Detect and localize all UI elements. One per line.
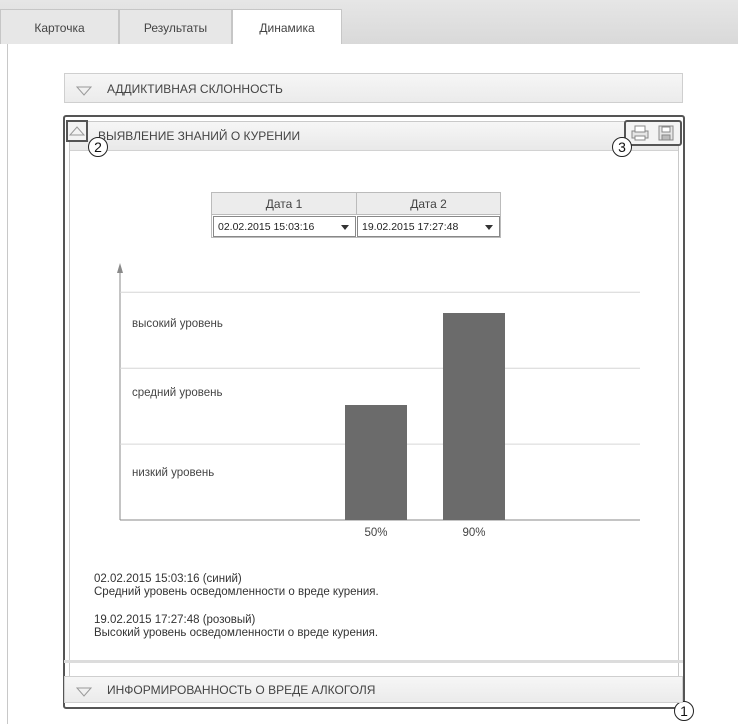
chart-svg: 50% 90% bbox=[117, 263, 640, 539]
callout-2: 2 bbox=[88, 137, 108, 157]
divider bbox=[64, 660, 683, 663]
result-2: 19.02.2015 17:27:48 (розовый) Высокий ур… bbox=[94, 614, 378, 640]
section-alcohol-title: ИНФОРМИРОВАННОСТЬ О ВРЕДЕ АЛКОГОЛЯ bbox=[107, 683, 376, 697]
chevron-down-icon bbox=[76, 86, 92, 96]
tab-dynamics-label: Динамика bbox=[259, 21, 315, 35]
result-1-desc: Средний уровень осведомленности о вреде … bbox=[94, 586, 379, 598]
smoking-panel-header[interactable]: ВЫЯВЛЕНИЕ ЗНАНИЙ О КУРЕНИИ bbox=[70, 122, 678, 151]
dropdown-arrow-icon bbox=[485, 225, 493, 230]
date2-header: Дата 2 bbox=[357, 193, 500, 215]
tab-bar: Карточка Результаты Динамика bbox=[0, 0, 738, 45]
smoking-panel-title: ВЫЯВЛЕНИЕ ЗНАНИЙ О КУРЕНИИ bbox=[98, 129, 301, 143]
result-2-desc: Высокий уровень осведомленности о вреде … bbox=[94, 627, 379, 639]
callout-3: 3 bbox=[612, 137, 632, 157]
dropdown-arrow-icon bbox=[341, 225, 349, 230]
chevron-down-icon bbox=[76, 687, 92, 697]
tab-card-label: Карточка bbox=[34, 21, 85, 35]
callout-1: 1 bbox=[674, 701, 694, 721]
result-2-date: 19.02.2015 17:27:48 (розовый) bbox=[94, 614, 256, 626]
level-high: высокий уровень bbox=[132, 318, 223, 330]
result-1: 02.02.2015 15:03:16 (синий) Средний уров… bbox=[94, 573, 379, 599]
print-icon[interactable] bbox=[631, 125, 649, 141]
tab-results[interactable]: Результаты bbox=[119, 9, 232, 44]
level-medium: средний уровень bbox=[132, 387, 223, 399]
date1-value: 02.02.2015 15:03:16 bbox=[218, 221, 315, 233]
tab-dynamics[interactable]: Динамика bbox=[232, 9, 342, 45]
section-alcohol[interactable]: ИНФОРМИРОВАННОСТЬ О ВРЕДЕ АЛКОГОЛЯ bbox=[64, 676, 683, 703]
chevron-up-icon bbox=[68, 126, 86, 136]
bar-0 bbox=[345, 405, 407, 520]
save-icon[interactable] bbox=[657, 125, 675, 141]
date2-select[interactable]: 19.02.2015 17:27:48 bbox=[357, 216, 500, 237]
tab-results-label: Результаты bbox=[143, 21, 208, 35]
bar-label-0: 50% bbox=[364, 527, 387, 539]
level-low: низкий уровень bbox=[132, 467, 215, 479]
panel-toolbar bbox=[624, 120, 682, 146]
bar-1 bbox=[443, 313, 505, 520]
date1-header: Дата 1 bbox=[212, 193, 357, 215]
section-addictive-title: АДДИКТИВНАЯ СКЛОННОСТЬ bbox=[107, 82, 283, 96]
bar-label-1: 90% bbox=[462, 527, 485, 539]
tab-card[interactable]: Карточка bbox=[0, 9, 119, 44]
section-addictive[interactable]: АДДИКТИВНАЯ СКЛОННОСТЬ bbox=[64, 73, 683, 103]
y-axis-arrow-icon bbox=[117, 263, 123, 273]
date2-value: 19.02.2015 17:27:48 bbox=[362, 221, 459, 233]
date1-select[interactable]: 02.02.2015 15:03:16 bbox=[213, 216, 356, 237]
result-1-date: 02.02.2015 15:03:16 (синий) bbox=[94, 573, 242, 585]
results-chart: 50% 90% высокий уровень средний уровень н… bbox=[110, 255, 650, 545]
collapse-button[interactable] bbox=[66, 120, 88, 142]
date-table: Дата 1 Дата 2 02.02.2015 15:03:16 19.02.… bbox=[211, 192, 501, 238]
